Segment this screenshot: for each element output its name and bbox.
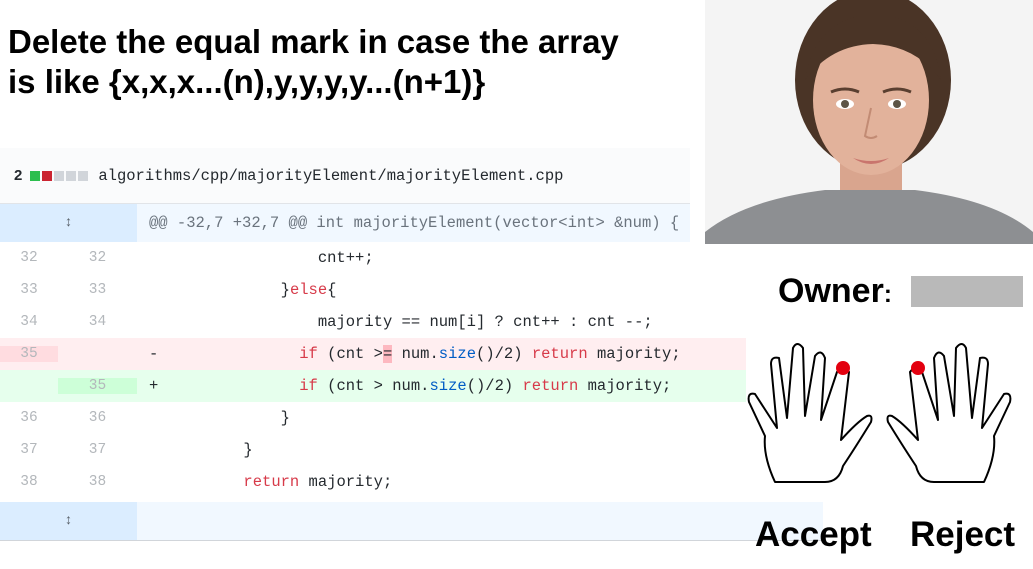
old-line-number[interactable]: 37 [0,442,58,458]
keyword-token: if [299,345,318,363]
code-token: majority == num[i] ? cnt++ : cnt --; [317,313,653,331]
keyword-token: return [522,377,579,395]
code-token: ()/2) [466,377,523,395]
old-line-number[interactable]: 36 [0,410,58,426]
code-text: cnt++; [137,242,690,274]
code-token: num. [392,345,439,363]
headline: Delete the equal mark in case the array … [8,23,619,100]
left-hand-icon[interactable] [745,336,873,486]
presenter-image [705,0,1033,244]
diff-line: 34 34 majority == num[i] ? cnt++ : cnt --… [0,306,690,338]
diff-line: 32 32 cnt++; [0,242,690,274]
old-line-number[interactable]: 38 [0,474,58,490]
diffstat-neutral-block [78,170,89,181]
new-line-number[interactable]: 35 [58,378,137,394]
diff-sign: - [149,345,159,363]
accept-label[interactable]: Accept [755,515,872,555]
unfold-icon: ↕ [64,215,73,231]
owner-colon: : [883,281,892,308]
code-token: (cnt > num. [317,377,430,395]
right-hand-icon[interactable] [886,336,1014,486]
code-text: majority == num[i] ? cnt++ : cnt --; [137,306,690,338]
owner-label-text: Owner [778,272,884,310]
diff-lines: 32 32 cnt++; 33 33 }else{34 34 majority == n… [0,242,746,498]
keyword-token: return [243,473,300,491]
diffstat-neutral-block [54,170,65,181]
diffstat-removed-block [42,170,53,181]
owner-label: Owner: [778,272,892,311]
hunk-header: ↕ @@ -32,7 +32,7 @@ int majorityElement(… [0,204,690,242]
old-line-number[interactable]: 35 [0,346,58,362]
new-line-number[interactable]: 38 [58,474,137,490]
unfold-icon: ↕ [64,513,73,529]
hunk-header-text: @@ -32,7 +32,7 @@ int majorityElement(ve… [149,214,680,232]
code-token: majority; [299,473,393,491]
code-text: } [137,434,690,466]
code-text: } [137,402,690,434]
new-line-number[interactable]: 36 [58,410,137,426]
diff-view: 2 algorithms/cpp/majorityElement/majorit… [0,148,746,498]
new-line-number[interactable]: 34 [58,314,137,330]
expand-bottom-bar: ↕ [0,502,823,541]
diff-sign: + [149,377,159,395]
code-text: }else{ [137,274,690,306]
keyword-token: return [531,345,588,363]
code-token: } [243,441,253,459]
expand-up-button[interactable]: ↕ [0,204,137,242]
code-token: majority; [578,377,672,395]
code-text: + if (cnt > num.size()/2) return majorit… [137,370,746,402]
old-line-number[interactable]: 33 [0,282,58,298]
finger-dot [836,361,850,375]
keyword-token: else [289,281,328,299]
new-line-number[interactable]: 33 [58,282,137,298]
diff-line: 36 36 } [0,402,690,434]
code-text: return majority; [137,466,690,498]
file-header[interactable]: 2 algorithms/cpp/majorityElement/majorit… [0,148,690,204]
diff-line: 38 38 return majority; [0,466,690,498]
presenter-photo [705,0,1033,244]
file-path[interactable]: algorithms/cpp/majorityElement/majorityE… [98,167,563,185]
code-token: cnt++; [317,249,374,267]
diff-line: 37 37 } [0,434,690,466]
code-token: { [327,281,337,299]
reject-label[interactable]: Reject [910,515,1015,555]
code-token: } [280,281,290,299]
highlighted-change: = [382,345,393,363]
code-token: ()/2) [476,345,532,363]
code-token: } [280,409,290,427]
code-text: - if (cnt >= num.size()/2) return majori… [137,338,746,370]
diff-line-removed: 35 - if (cnt >= num.size()/2) return majo… [0,338,746,370]
new-line-number[interactable]: 37 [58,442,137,458]
owner-redacted-box [911,276,1023,307]
code-token: (cnt > [317,345,383,363]
keyword-token: if [299,377,318,395]
function-token: size [438,345,477,363]
code-token: majority; [587,345,681,363]
old-line-number[interactable]: 34 [0,314,58,330]
diffstat-blocks [30,170,90,181]
changes-count: 2 [14,167,23,184]
expand-down-button[interactable]: ↕ [0,502,137,540]
diff-line-added: 35 + if (cnt > num.size()/2) return major… [0,370,746,402]
new-line-number[interactable]: 32 [58,250,137,266]
old-line-number[interactable]: 32 [0,250,58,266]
function-token: size [429,377,467,395]
diffstat-neutral-block [66,170,77,181]
diff-line: 33 33 }else{ [0,274,690,306]
diffstat-added-block [30,170,41,181]
